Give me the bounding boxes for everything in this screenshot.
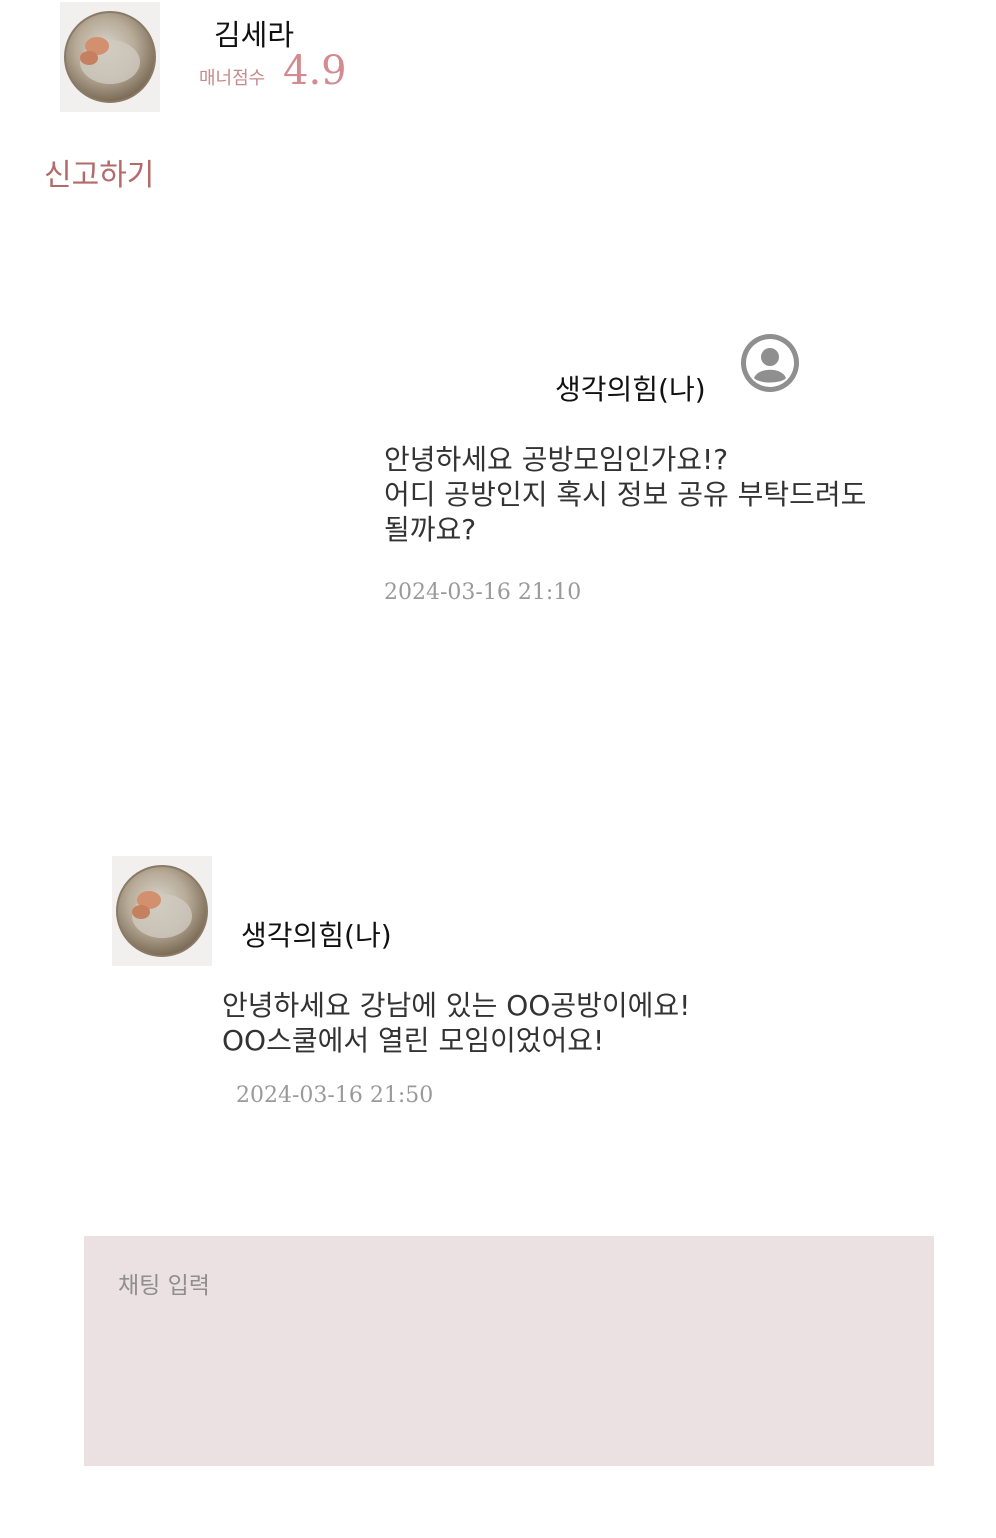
message-line: 안녕하세요 강남에 있는 OO공방이에요! [222,989,691,1022]
profile-photo-image [116,865,208,957]
partner-avatar[interactable] [60,2,160,112]
user-circle-icon[interactable] [740,333,800,393]
message-line: 안녕하세요 공방모임인가요!? [384,443,729,476]
my-message-text: 안녕하세요 공방모임인가요!? 어디 공방인지 혹시 정보 공유 부탁드려도 될… [384,442,904,547]
their-message-text: 안녕하세요 강남에 있는 OO공방이에요! OO스쿨에서 열린 모임이었어요! [222,988,822,1058]
my-message-sender: 생각의힘(나) [555,373,706,406]
their-message-timestamp: 2024-03-16 21:50 [236,1083,434,1108]
their-message-sender: 생각의힘(나) [241,919,392,952]
manner-score-value: 4.9 [283,48,347,94]
message-line: OO스쿨에서 열린 모임이었어요! [222,1024,605,1057]
report-button[interactable]: 신고하기 [44,150,154,194]
my-message-timestamp: 2024-03-16 21:10 [384,580,582,605]
chat-input[interactable] [84,1236,934,1466]
sender-avatar[interactable] [112,856,212,966]
message-line: 될까요? [384,513,477,546]
manner-score-label: 매너점수 [199,68,266,89]
message-line: 어디 공방인지 혹시 정보 공유 부탁드려도 [384,478,867,511]
profile-photo-image [64,11,156,103]
